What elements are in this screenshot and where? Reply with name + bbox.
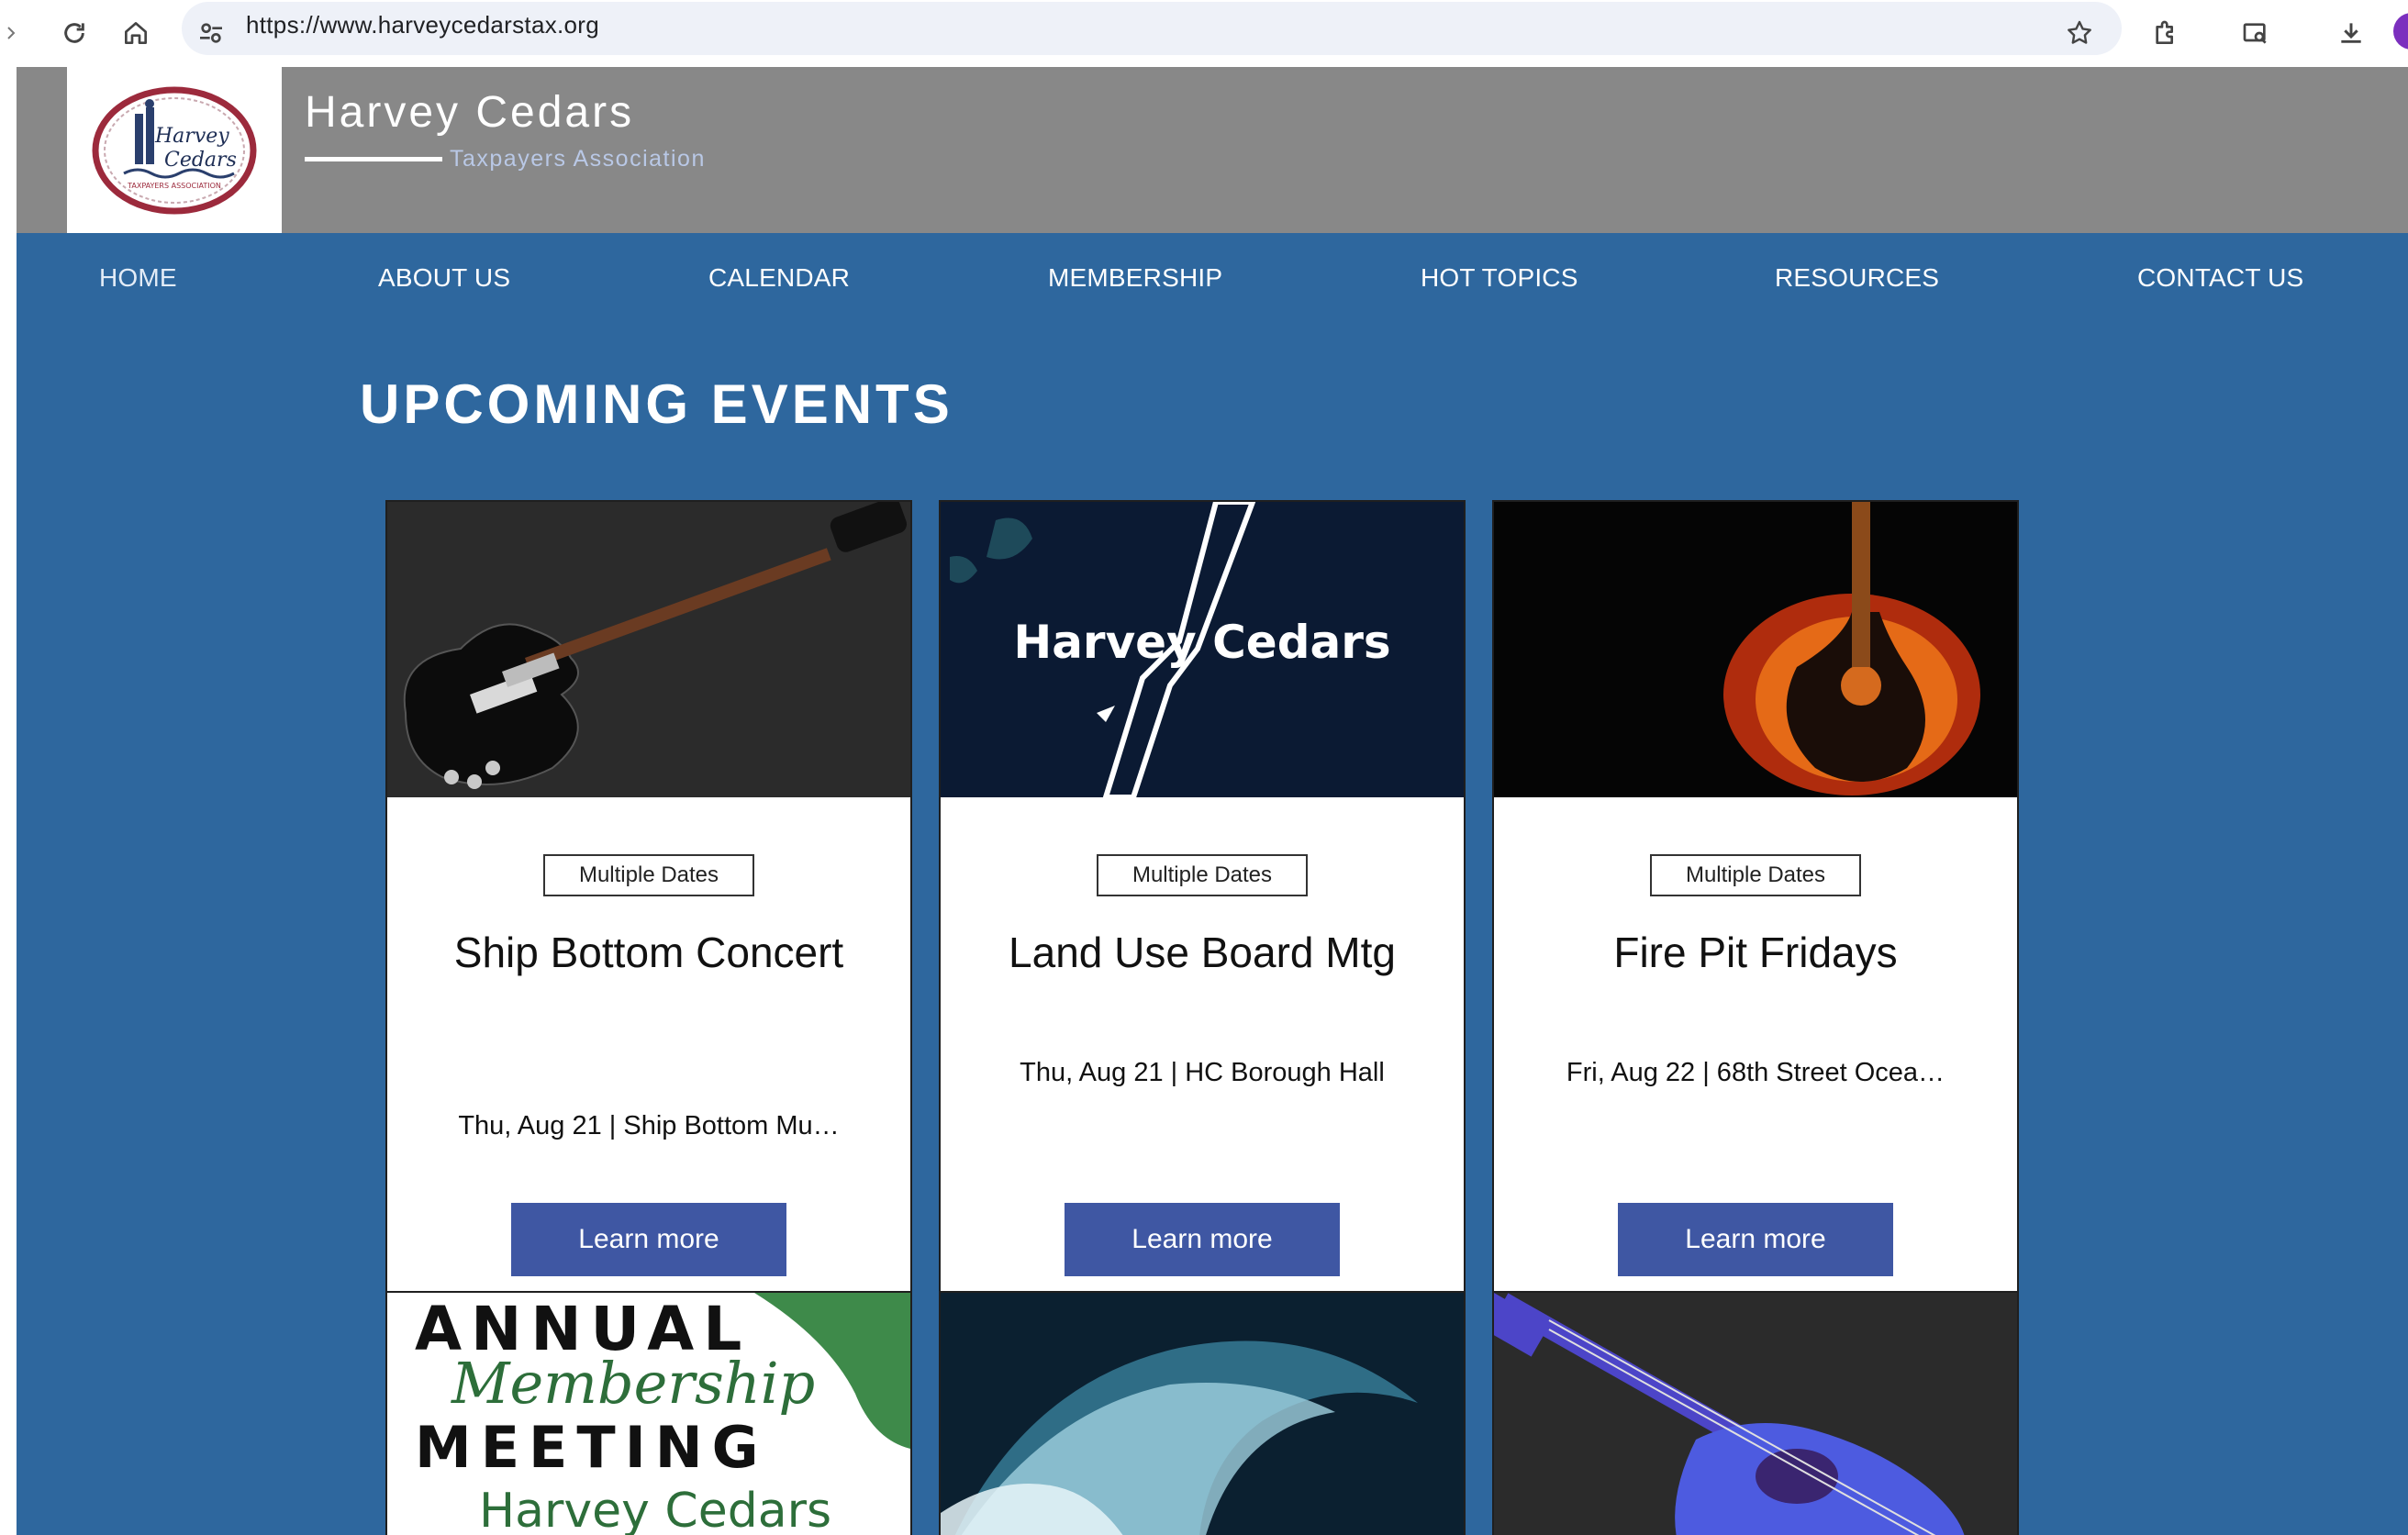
web-page: Harvey Cedars TAXPAYERS ASSOCIATION Harv… [17, 67, 2408, 1535]
logo-emblem-icon: Harvey Cedars TAXPAYERS ASSOCIATION [92, 86, 257, 214]
event-card[interactable] [939, 1291, 1466, 1535]
electric-guitar-icon [387, 502, 910, 797]
map-label: Harvey Cedars [1013, 616, 1390, 669]
date-badge: Multiple Dates [1097, 854, 1308, 896]
flaming-guitar-icon [1494, 502, 2017, 797]
download-icon[interactable] [2327, 9, 2375, 57]
island-map-icon: Harvey Cedars [941, 502, 1464, 797]
learn-more-button[interactable]: Learn more [1618, 1203, 1893, 1276]
event-card[interactable] [1492, 1291, 2019, 1535]
browser-toolbar: https://www.harveycedarstax.org [0, 0, 2408, 67]
extensions-icon[interactable] [2142, 9, 2190, 57]
event-title[interactable]: Ship Bottom Concert [415, 926, 883, 979]
event-meta: Thu, Aug 21 | Ship Bottom Mu… [458, 1111, 840, 1140]
learn-more-button[interactable]: Learn more [1065, 1203, 1340, 1276]
event-image-guitar[interactable] [387, 502, 910, 797]
graphic-text-meeting: MEETING [415, 1414, 768, 1481]
event-image-blue-guitar[interactable] [1494, 1293, 2017, 1535]
nav-calendar[interactable]: CALENDAR [708, 263, 850, 293]
logo-text-ring: TAXPAYERS ASSOCIATION [127, 182, 221, 190]
event-title[interactable]: Fire Pit Fridays [1522, 926, 1990, 979]
event-card[interactable]: Multiple Dates Ship Bottom Concert Thu, … [385, 500, 912, 1331]
nav-about-us[interactable]: ABOUT US [378, 263, 510, 293]
chevron-right-icon[interactable] [0, 9, 22, 57]
event-meta: Fri, Aug 22 | 68th Street Ocea… [1566, 1058, 1945, 1087]
learn-more-button[interactable]: Learn more [511, 1203, 786, 1276]
section-title: UPCOMING EVENTS [360, 373, 953, 435]
event-card[interactable]: Multiple Dates Fire Pit Fridays Fri, Aug… [1492, 500, 2019, 1331]
nav-home[interactable]: HOME [99, 263, 177, 293]
event-image-membership[interactable]: ANNUAL Membership MEETING Harvey Cedars [387, 1293, 910, 1535]
event-meta: Thu, Aug 21 | HC Borough Hall [1020, 1058, 1385, 1087]
nav-contact-us[interactable]: CONTACT US [2137, 263, 2303, 293]
event-title[interactable]: Land Use Board Mtg [968, 926, 1436, 979]
event-card[interactable]: ANNUAL Membership MEETING Harvey Cedars [385, 1291, 912, 1535]
home-icon[interactable] [112, 9, 160, 57]
logo-text-cedars: Cedars [164, 149, 237, 172]
event-image-fire-guitar[interactable] [1494, 502, 2017, 797]
site-settings-icon[interactable] [187, 9, 235, 57]
graphic-text-membership: Membership [451, 1350, 815, 1417]
ocean-wave-graphic [941, 1293, 1464, 1535]
membership-meeting-graphic: ANNUAL Membership MEETING Harvey Cedars [387, 1293, 910, 1535]
bookmark-star-icon[interactable] [2056, 9, 2103, 57]
nav-hot-topics[interactable]: HOT TOPICS [1421, 263, 1578, 293]
url-text[interactable]: https://www.harveycedarstax.org [246, 11, 599, 39]
nav-membership[interactable]: MEMBERSHIP [1048, 263, 1222, 293]
site-logo[interactable]: Harvey Cedars TAXPAYERS ASSOCIATION [67, 67, 282, 233]
title-divider [305, 157, 442, 161]
blue-guitar-graphic [1494, 1293, 2017, 1535]
site-title[interactable]: Harvey Cedars [305, 87, 634, 138]
logo-text-harvey: Harvey [154, 125, 229, 148]
profile-avatar[interactable] [2393, 13, 2408, 50]
search-tab-icon[interactable] [2232, 9, 2280, 57]
event-image-map[interactable]: Harvey Cedars [941, 502, 1464, 797]
event-image-wave[interactable] [941, 1293, 1464, 1535]
site-subtitle: Taxpayers Association [450, 146, 706, 172]
date-badge: Multiple Dates [543, 854, 754, 896]
nav-resources[interactable]: RESOURCES [1775, 263, 1939, 293]
date-badge: Multiple Dates [1650, 854, 1861, 896]
reload-icon[interactable] [50, 9, 98, 57]
site-header: Harvey Cedars TAXPAYERS ASSOCIATION Harv… [17, 67, 2408, 233]
event-card[interactable]: Harvey Cedars Multiple Dates Land Use Bo… [939, 500, 1466, 1331]
graphic-text-harvey-cedars: Harvey Cedars [479, 1484, 831, 1535]
